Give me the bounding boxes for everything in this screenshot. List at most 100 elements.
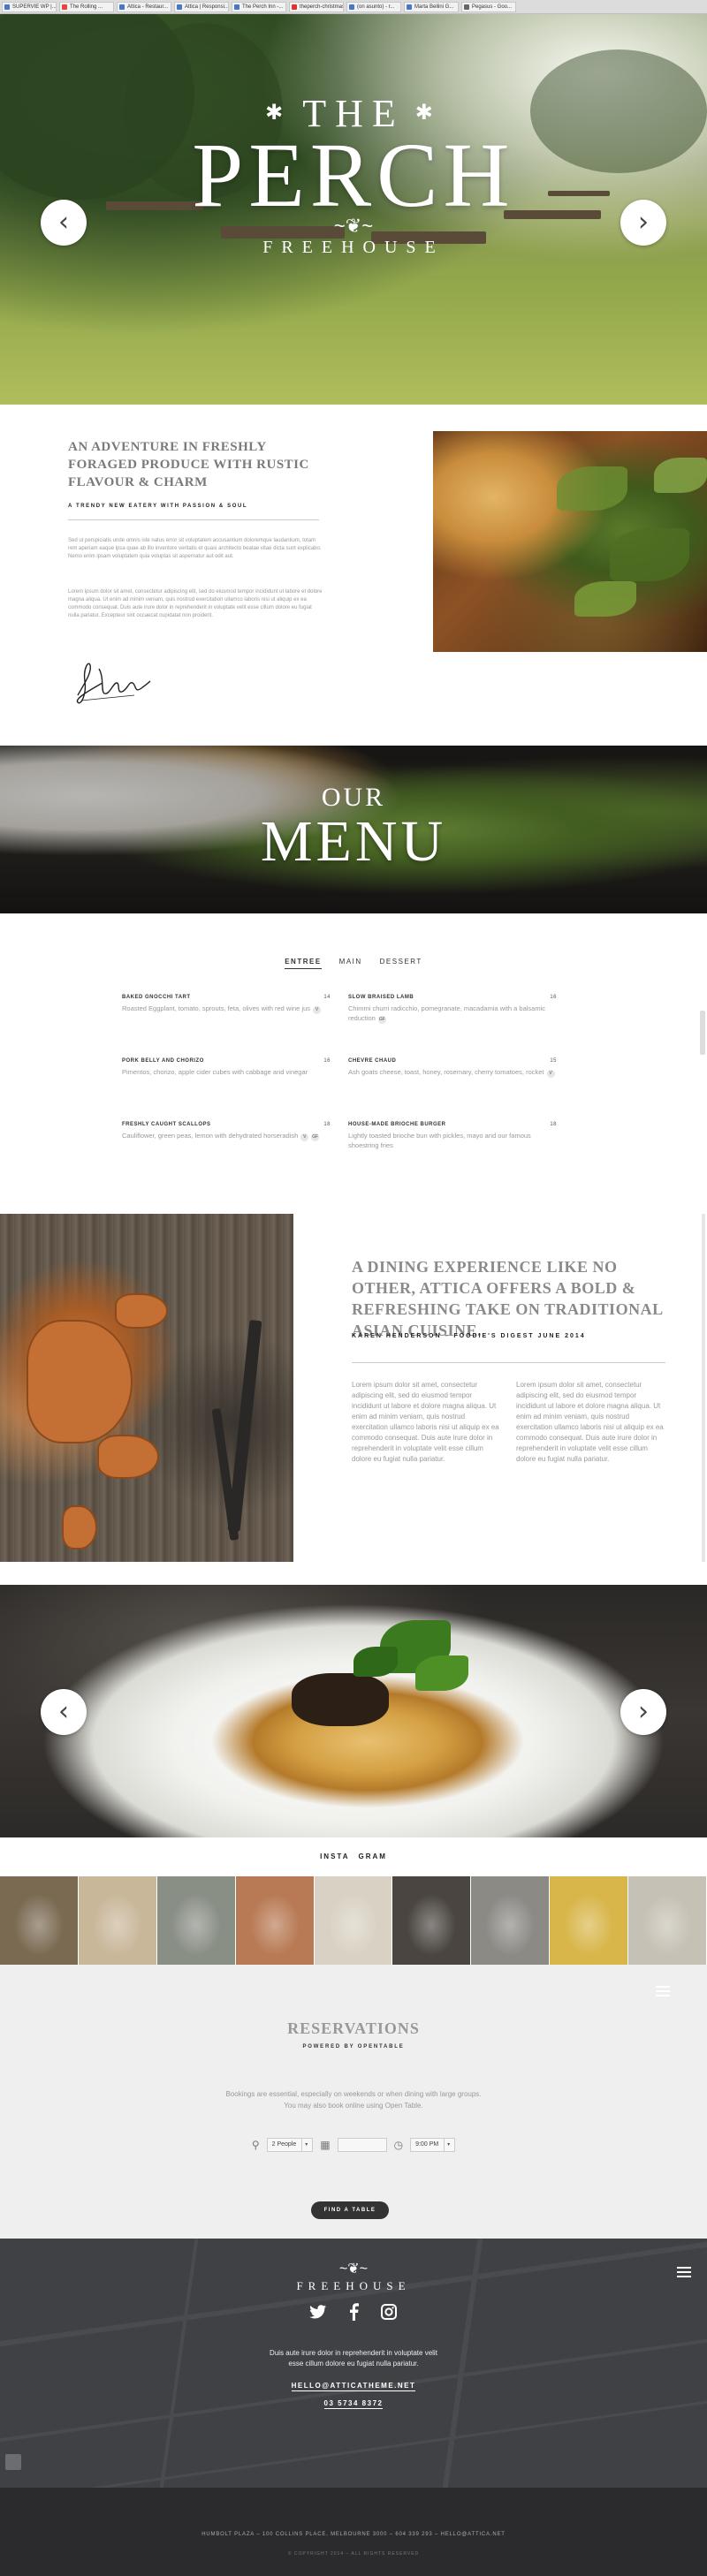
chevron-left-icon: ‹: [58, 207, 69, 238]
menu-item-name: PORK BELLY AND CHORIZO: [122, 1058, 204, 1064]
browser-tab[interactable]: Attica - Restaur...: [117, 1, 171, 12]
instagram-grid: [0, 1876, 707, 1965]
scrollbar[interactable]: [700, 1011, 705, 1055]
instagram-photo[interactable]: [78, 1876, 157, 1965]
food-next-button[interactable]: ›: [620, 1689, 666, 1735]
browser-tab[interactable]: The Perch Inn -...: [232, 1, 286, 12]
reservations-powered-by: POWERED BY OPENTABLE: [302, 2044, 405, 2049]
menu-item-header: BAKED GNOCCHI TART 14: [122, 995, 331, 1000]
diet-badge: V: [313, 1006, 322, 1014]
food-prev-button[interactable]: ‹: [41, 1689, 87, 1735]
dining-column: Lorem ipsum dolor sit amet, consectetur …: [352, 1381, 499, 1463]
leaf-shape: [557, 466, 627, 511]
instagram-icon[interactable]: [379, 2302, 399, 2322]
menu-item-description: Ash goats cheese, toast, honey, rosemary…: [348, 1067, 557, 1078]
flourish-icon: ~❦~: [338, 2262, 369, 2277]
bottom-bar: HUMBOLT PLAZA – 100 COLLINS PLACE, MELBO…: [0, 2488, 707, 2576]
dining-section: A DINING EXPERIENCE LIKE NO OTHER, ATTIC…: [0, 1214, 707, 1562]
menu-item: BAKED GNOCCHI TART 14 Roasted Eggplant, to…: [122, 995, 331, 1014]
flourish-icon: ~❦~: [333, 215, 374, 237]
instagram-label: INSTA GRAM: [320, 1852, 387, 1860]
crab-shape: [27, 1320, 133, 1443]
footer-text-line: esse cillum dolore eu fugiat nulla paria…: [288, 2360, 419, 2368]
hero-next-button[interactable]: ›: [620, 200, 666, 246]
menu-item-header: CHEVRE CHAUD 15: [348, 1058, 557, 1064]
menu-item: SLOW BRAISED LAMB 16 Chimmi churri radicch…: [348, 995, 557, 1024]
menu-item-header: FRESHLY CAUGHT SCALLOPS 18: [122, 1122, 331, 1127]
reservations-text-line: You may also book online using Open Tabl…: [284, 2102, 423, 2110]
scrollbar[interactable]: [702, 1214, 705, 1562]
twitter-icon[interactable]: [308, 2302, 328, 2322]
signature-image: [76, 663, 151, 704]
divider: [352, 1362, 665, 1363]
menu-item: CHEVRE CHAUD 15 Ash goats cheese, toast, h…: [348, 1058, 557, 1078]
crab-photo: [0, 1214, 293, 1562]
menu-item-description: Roasted Eggplant, tomato, sprouts, feta,…: [122, 1004, 331, 1014]
dining-citation: KAREN HENDERSON – FOODIE'S DIGEST JUNE 2…: [352, 1333, 586, 1339]
footer-logo-text: FREEHOUSE: [296, 2279, 411, 2292]
find-table-button[interactable]: FIND A TABLE: [311, 2201, 389, 2219]
instagram-photo[interactable]: [392, 1876, 472, 1965]
star-icon: ✱: [265, 102, 293, 125]
browser-tab[interactable]: SUPERVIE WP |...: [2, 1, 57, 12]
menu-item: PORK BELLY AND CHORIZO 16 Pimentos, choriz…: [122, 1058, 331, 1077]
menu-item-price: 14: [323, 995, 331, 1000]
party-size-select[interactable]: 2 People ▾: [266, 2138, 314, 2152]
tab-main[interactable]: MAIN: [339, 958, 362, 969]
party-size-value: 2 People: [271, 2141, 297, 2148]
logo-perch: PERCH: [192, 125, 515, 226]
instagram-header: INSTA GRAM: [0, 1837, 707, 1876]
menu-item-name: SLOW BRAISED LAMB: [348, 995, 414, 1000]
browser-tab[interactable]: theperch-christmas...: [289, 1, 344, 12]
menu-item-price: 18: [323, 1122, 331, 1127]
about-section: AN ADVENTURE IN FRESHLY FORAGED PRODUCE …: [0, 405, 707, 746]
time-value: 9:00 PM: [415, 2141, 439, 2148]
divider: [68, 519, 319, 520]
diet-badge: GF: [377, 1016, 386, 1024]
tab-dessert[interactable]: DESSERT: [380, 958, 422, 969]
menu-item-header: PORK BELLY AND CHORIZO 16: [122, 1058, 331, 1064]
menu-banner-title: MENU: [260, 809, 447, 874]
menu-icon[interactable]: [656, 1986, 670, 1996]
instagram-photo[interactable]: [0, 1876, 79, 1965]
insta-right-text: GRAM: [358, 1852, 387, 1860]
menu-item: FRESHLY CAUGHT SCALLOPS 18 Cauliflower, gr…: [122, 1122, 331, 1141]
instagram-photo[interactable]: [628, 1876, 707, 1965]
menu-item-header: SLOW BRAISED LAMB 16: [348, 995, 557, 1000]
garnish-shape: [354, 1647, 398, 1677]
time-select[interactable]: 9:00 PM ▾: [410, 2138, 456, 2152]
date-field[interactable]: [337, 2138, 387, 2152]
instagram-photo[interactable]: [235, 1876, 315, 1965]
leaf-shape: [610, 528, 689, 581]
phone-link[interactable]: 03 5734 8372: [323, 2399, 384, 2409]
email-link[interactable]: HELLO@ATTICATHEME.NET: [291, 2382, 416, 2391]
instagram-photo[interactable]: [471, 1876, 551, 1965]
browser-tab[interactable]: (on asunto) - r...: [346, 1, 401, 12]
map-control[interactable]: [5, 2454, 21, 2470]
crab-shape: [62, 1505, 97, 1549]
leaf-shape: [574, 581, 636, 617]
browser-tab[interactable]: Attica | Responsi...: [174, 1, 229, 12]
diet-badge: V: [546, 1070, 555, 1078]
facebook-icon[interactable]: [344, 2302, 363, 2322]
menu-banner: OUR MENU: [0, 746, 707, 913]
person-icon: ⚲: [251, 2139, 260, 2151]
hero-slider: ✱ THE ✱ PERCH ~❦~ FREEHOUSE ‹ ›: [0, 14, 707, 405]
about-tagline: A TRENDY NEW EATERY WITH PASSION & SOUL: [68, 504, 248, 509]
menu-item-description: Lightly toasted brioche bun with pickles…: [348, 1131, 557, 1150]
browser-tab[interactable]: Pegasus - Goo...: [461, 1, 516, 12]
browser-tab[interactable]: The Rolling ...: [59, 1, 114, 12]
instagram-photo[interactable]: [314, 1876, 393, 1965]
menu-banner-our: OUR: [321, 783, 386, 812]
instagram-photo[interactable]: [156, 1876, 236, 1965]
browser-tab[interactable]: Marta Bellini G...: [404, 1, 459, 12]
menu-item-price: 16: [323, 1058, 331, 1064]
menu-section: ENTREE MAIN DESSERT BAKED GNOCCHI TART 14…: [0, 913, 707, 1214]
instagram-photo[interactable]: [550, 1876, 629, 1965]
caret-down-icon: ▾: [301, 2139, 308, 2151]
reservations-text: Bookings are essential, especially on we…: [177, 2088, 530, 2111]
hero-prev-button[interactable]: ‹: [41, 200, 87, 246]
menu-item-price: 15: [550, 1058, 557, 1064]
food-shape: [292, 1673, 389, 1726]
tab-entree[interactable]: ENTREE: [285, 958, 322, 969]
